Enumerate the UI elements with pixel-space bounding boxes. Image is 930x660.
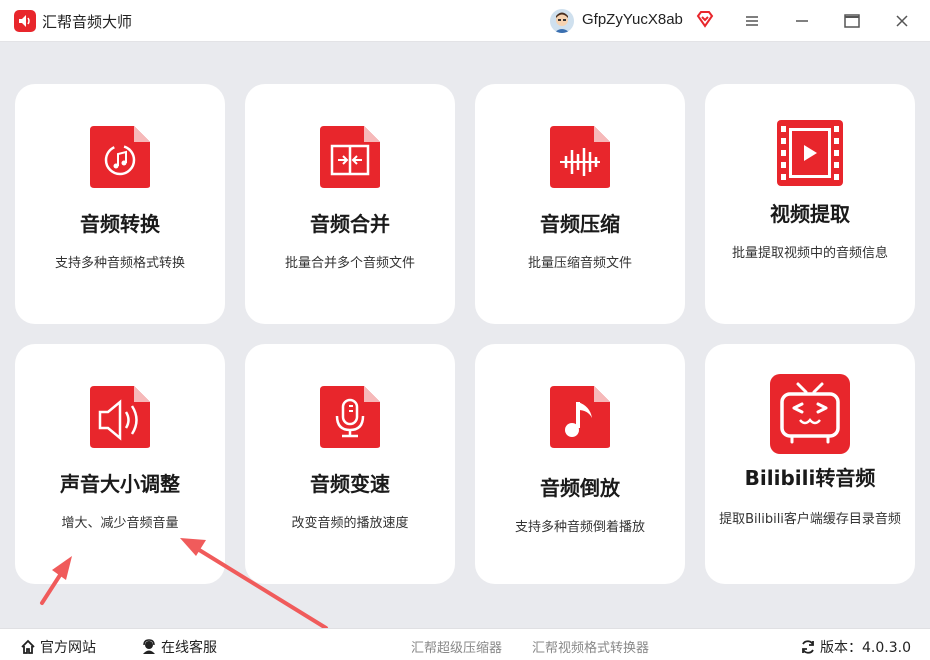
minimize-icon[interactable] bbox=[789, 8, 815, 34]
tool-card-audio-convert[interactable]: 音频转换 支持多种音频格式转换 bbox=[15, 84, 225, 324]
status-bar: 官方网站 在线客服 汇帮超级压缩器 汇帮视频格式转换器 版本：4.0.3.0 bbox=[0, 628, 930, 660]
support-agent-icon bbox=[143, 639, 155, 654]
online-support-link[interactable]: 在线客服 bbox=[141, 637, 217, 657]
tool-name: Bilibili转音频 bbox=[744, 466, 876, 490]
tool-desc: 批量压缩音频文件 bbox=[527, 256, 632, 271]
app-title: 汇帮音频大师 bbox=[42, 14, 133, 31]
tool-desc: 支持多种音频格式转换 bbox=[54, 256, 185, 271]
username[interactable]: GfpZyYucX8ab bbox=[582, 11, 683, 28]
microphone-icon bbox=[318, 384, 382, 450]
close-icon[interactable] bbox=[889, 8, 915, 34]
maximize-icon[interactable] bbox=[839, 8, 865, 34]
tool-desc: 支持多种音频倒着播放 bbox=[514, 520, 645, 535]
bilibili-tv-icon bbox=[770, 374, 850, 454]
tool-name: 音频压缩 bbox=[540, 212, 620, 236]
version-info[interactable]: 版本：4.0.3.0 bbox=[800, 637, 911, 657]
tool-desc: 提取Bilibili客户端缓存目录音频 bbox=[719, 512, 901, 527]
app-logo-icon bbox=[14, 10, 36, 32]
tool-name: 视频提取 bbox=[770, 202, 850, 226]
online-support-label: 在线客服 bbox=[161, 640, 217, 656]
tool-desc: 批量提取视频中的音频信息 bbox=[731, 246, 888, 261]
tool-name: 音频倒放 bbox=[540, 476, 620, 500]
vip-diamond-icon[interactable] bbox=[696, 10, 714, 28]
version-label: 版本：4.0.3.0 bbox=[820, 640, 911, 656]
music-note-icon bbox=[548, 384, 612, 450]
tool-desc: 批量合并多个音频文件 bbox=[284, 256, 415, 271]
tool-card-bilibili[interactable]: Bilibili转音频 提取Bilibili客户端缓存目录音频 bbox=[705, 344, 915, 584]
tool-card-audio-merge[interactable]: 音频合并 批量合并多个音频文件 bbox=[245, 84, 455, 324]
volume-adjust-icon bbox=[88, 384, 152, 450]
tool-name: 音频合并 bbox=[310, 212, 390, 236]
menu-icon[interactable] bbox=[739, 8, 765, 34]
tool-desc: 改变音频的播放速度 bbox=[291, 516, 409, 531]
tool-name: 声音大小调整 bbox=[60, 472, 180, 496]
official-website-label: 官方网站 bbox=[40, 640, 96, 656]
official-website-link[interactable]: 官方网站 bbox=[20, 637, 96, 657]
audio-convert-icon bbox=[88, 124, 152, 190]
video-extract-icon bbox=[777, 118, 843, 186]
tool-name: 音频变速 bbox=[310, 472, 390, 496]
tool-card-audio-reverse[interactable]: 音频倒放 支持多种音频倒着播放 bbox=[475, 344, 685, 584]
audio-compress-icon bbox=[548, 124, 612, 190]
tool-name: 音频转换 bbox=[80, 212, 160, 236]
refresh-icon bbox=[802, 640, 814, 654]
home-icon bbox=[21, 639, 35, 654]
title-bar: 汇帮音频大师 GfpZyYucX8ab bbox=[0, 0, 930, 42]
tool-card-audio-speed[interactable]: 音频变速 改变音频的播放速度 bbox=[245, 344, 455, 584]
audio-merge-icon bbox=[318, 124, 382, 190]
tool-card-audio-compress[interactable]: 音频压缩 批量压缩音频文件 bbox=[475, 84, 685, 324]
video-converter-link[interactable]: 汇帮视频格式转换器 bbox=[532, 637, 649, 656]
tool-card-volume-adjust[interactable]: 声音大小调整 增大、减少音频音量 bbox=[15, 344, 225, 584]
avatar[interactable] bbox=[550, 9, 574, 33]
tool-card-video-extract[interactable]: 视频提取 批量提取视频中的音频信息 bbox=[705, 84, 915, 324]
tool-desc: 增大、减少音频音量 bbox=[61, 516, 179, 531]
super-compressor-link[interactable]: 汇帮超级压缩器 bbox=[411, 637, 502, 656]
